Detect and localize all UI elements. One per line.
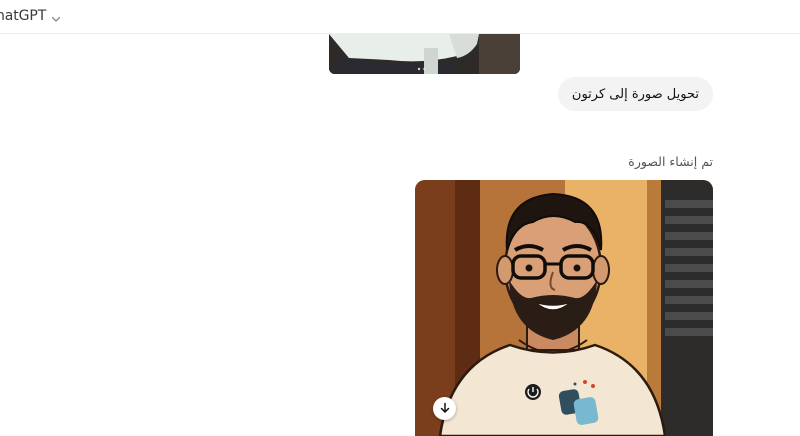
- top-bar: hatGPT: [0, 0, 800, 34]
- arrow-down-icon: [439, 399, 451, 418]
- image-created-label: تم إنشاء الصورة: [628, 154, 713, 169]
- download-button[interactable]: [433, 397, 456, 420]
- model-switcher[interactable]: hatGPT: [0, 4, 62, 28]
- user-message-bubble: تحويل صورة إلى كرتون: [557, 77, 713, 111]
- uploaded-image[interactable]: [329, 34, 520, 74]
- chevron-down-icon: [50, 10, 62, 22]
- generated-image[interactable]: [415, 180, 713, 436]
- model-name: hatGPT: [0, 8, 47, 24]
- user-message-text: تحويل صورة إلى كرتون: [571, 86, 699, 102]
